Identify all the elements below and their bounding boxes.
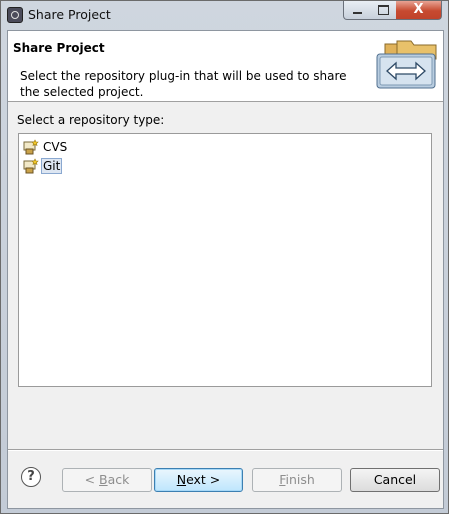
back-button[interactable]: < Back bbox=[62, 468, 152, 492]
cvs-repository-icon bbox=[23, 139, 39, 155]
repository-type-label: Select a repository type: bbox=[17, 113, 165, 127]
close-glyph: X bbox=[413, 2, 424, 17]
eclipse-app-icon bbox=[7, 7, 23, 23]
close-icon[interactable]: X bbox=[396, 1, 442, 20]
finish-button[interactable]: Finish bbox=[252, 468, 342, 492]
list-item-git[interactable]: Git bbox=[23, 157, 63, 175]
next-mnemonic: N bbox=[176, 472, 187, 487]
next-rest: ext > bbox=[186, 472, 221, 487]
window-title: Share Project bbox=[28, 7, 111, 22]
list-item-cvs[interactable]: CVS bbox=[23, 138, 69, 156]
back-mnemonic: B bbox=[99, 472, 108, 487]
banner-title: Share Project bbox=[13, 41, 105, 55]
minimize-icon[interactable] bbox=[343, 1, 371, 20]
wizard-banner: Share Project Select the repository plug… bbox=[8, 31, 443, 102]
help-icon[interactable]: ? bbox=[21, 467, 41, 487]
list-item-label: Git bbox=[41, 158, 63, 174]
git-repository-icon bbox=[23, 158, 39, 174]
back-rest: ack bbox=[107, 472, 130, 487]
share-wizard-icon bbox=[376, 40, 437, 89]
cancel-button[interactable]: Cancel bbox=[350, 468, 440, 492]
dialog-client-area: Share Project Select the repository plug… bbox=[7, 30, 444, 509]
next-button[interactable]: Next > bbox=[154, 468, 243, 492]
button-bar-separator bbox=[8, 449, 443, 451]
title-bar[interactable]: Share Project X bbox=[1, 1, 448, 29]
repository-type-list[interactable]: CVS Git bbox=[18, 133, 432, 387]
banner-message: Select the repository plug-in that will … bbox=[20, 69, 347, 99]
list-item-label: CVS bbox=[43, 140, 68, 154]
finish-rest: inish bbox=[285, 472, 315, 487]
back-prefix: < bbox=[84, 472, 100, 487]
maximize-icon[interactable] bbox=[370, 1, 397, 20]
share-project-window: Share Project X Share Project Select the… bbox=[0, 0, 449, 514]
